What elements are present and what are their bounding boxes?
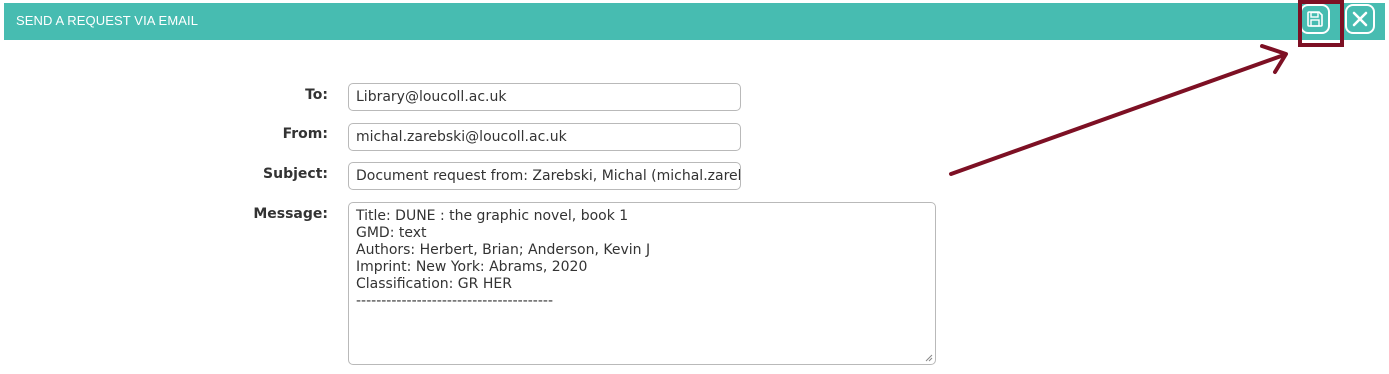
from-field[interactable]: michal.zarebski@loucoll.ac.uk	[348, 123, 741, 151]
resize-grip-icon[interactable]	[924, 353, 933, 362]
subject-field[interactable]: Document request from: Zarebski, Michal …	[348, 162, 741, 190]
message-line: Title: DUNE : the graphic novel, book 1	[356, 208, 629, 224]
to-field[interactable]: Library@loucoll.ac.uk	[348, 83, 741, 111]
message-textarea[interactable]: Title: DUNE : the graphic novel, book 1 …	[348, 202, 936, 365]
subject-label: Subject:	[263, 166, 328, 182]
to-label: To:	[305, 87, 328, 103]
message-line: ---------------------------------------	[356, 293, 554, 309]
from-label: From:	[282, 126, 328, 142]
message-line: Classification: GR HER	[356, 276, 512, 292]
message-line: Authors: Herbert, Brian; Anderson, Kevin…	[356, 242, 651, 258]
message-line: Imprint: New York: Abrams, 2020	[356, 259, 588, 275]
message-label: Message:	[253, 206, 328, 222]
message-line: GMD: text	[356, 225, 427, 241]
